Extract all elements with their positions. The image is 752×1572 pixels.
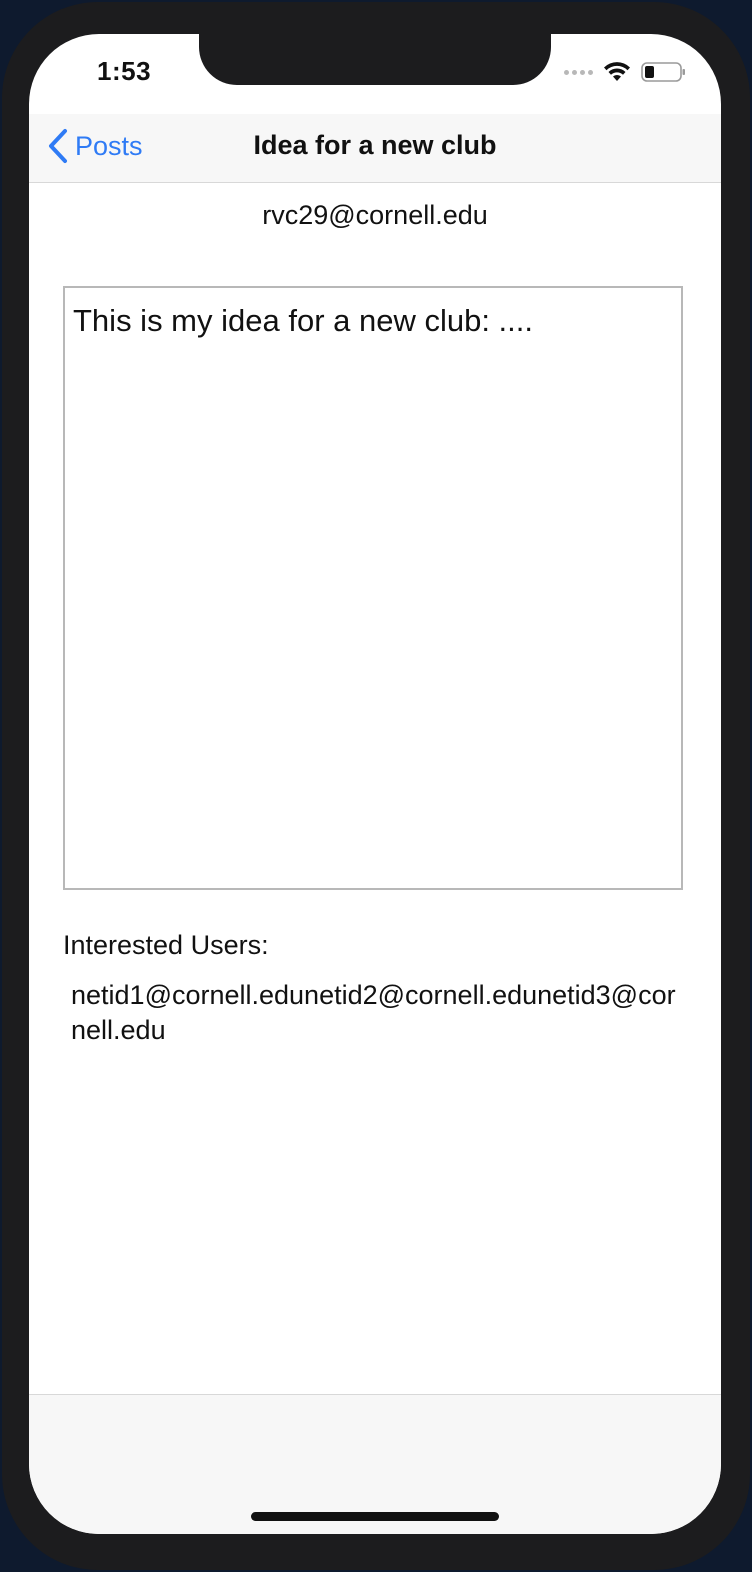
wifi-icon — [604, 62, 630, 81]
interested-users-label: Interested Users: — [63, 930, 269, 960]
page-title: Idea for a new club — [253, 130, 497, 160]
battery-icon — [641, 62, 685, 82]
cellular-signal-icon — [564, 69, 593, 75]
interested-users-list: netid1@cornell.edunetid2@cornell.eduneti… — [71, 980, 676, 1045]
post-author: rvc29@cornell.edu — [262, 200, 488, 230]
home-indicator[interactable] — [251, 1512, 499, 1521]
navigation-bar: Posts Idea for a new club — [29, 114, 721, 183]
post-body-text[interactable]: This is my idea for a new club: .... — [63, 286, 683, 890]
status-icons — [564, 60, 687, 84]
status-time: 1:53 — [97, 56, 152, 86]
device-notch — [199, 34, 551, 85]
app-screen: 1:53 Posts Idea for a new club rvc29@cor… — [29, 34, 721, 1534]
phone-frame: 1:53 Posts Idea for a new club rvc29@cor… — [2, 2, 750, 1570]
